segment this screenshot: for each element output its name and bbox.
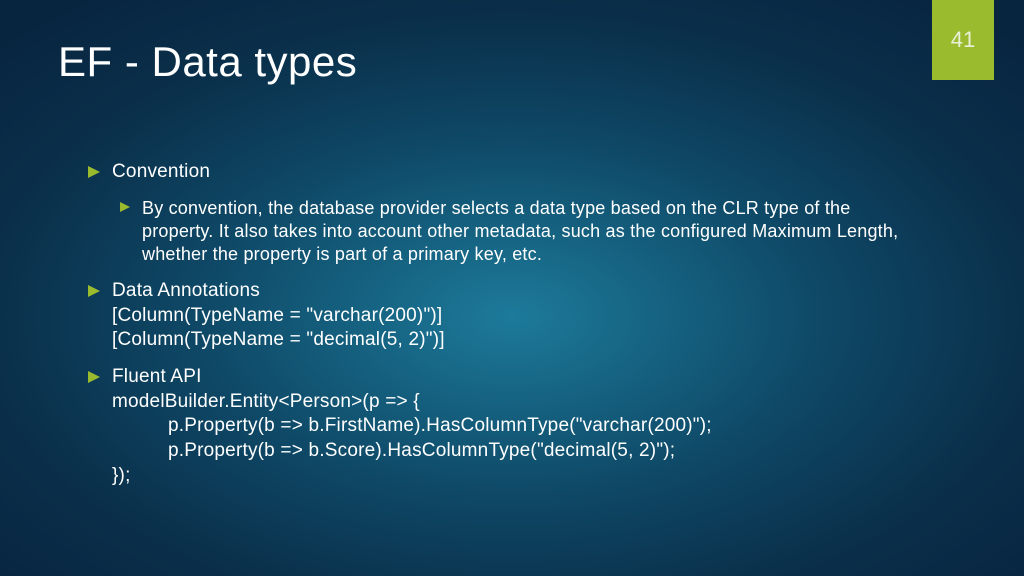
bullet-convention: Convention <box>88 160 924 185</box>
slide-content: Convention By convention, the database p… <box>88 160 924 500</box>
page-title: EF - Data types <box>58 38 357 86</box>
text-line: Fluent API <box>112 365 712 390</box>
bullet-fluent-api: Fluent API modelBuilder.Entity<Person>(p… <box>88 365 924 488</box>
bullet-convention-detail: By convention, the database provider sel… <box>120 197 924 267</box>
text-line: Data Annotations <box>112 279 445 304</box>
arrow-icon <box>120 202 130 212</box>
page-number: 41 <box>951 27 975 53</box>
bullet-text: Fluent API modelBuilder.Entity<Person>(p… <box>112 365 712 488</box>
text-line: modelBuilder.Entity<Person>(p => { <box>112 390 712 415</box>
arrow-icon <box>88 166 100 178</box>
page-number-tab: 41 <box>932 0 994 80</box>
bullet-text: Convention <box>112 160 210 185</box>
bullet-data-annotations: Data Annotations [Column(TypeName = "var… <box>88 279 924 353</box>
arrow-icon <box>88 285 100 297</box>
text-line: [Column(TypeName = "varchar(200)")] <box>112 304 445 329</box>
text-line: p.Property(b => b.Score).HasColumnType("… <box>112 439 712 464</box>
bullet-text: By convention, the database provider sel… <box>142 197 924 267</box>
text-line: p.Property(b => b.FirstName).HasColumnTy… <box>112 414 712 439</box>
arrow-icon <box>88 371 100 383</box>
text-line: [Column(TypeName = "decimal(5, 2)")] <box>112 328 445 353</box>
bullet-text: Data Annotations [Column(TypeName = "var… <box>112 279 445 353</box>
text-line: }); <box>112 464 712 489</box>
